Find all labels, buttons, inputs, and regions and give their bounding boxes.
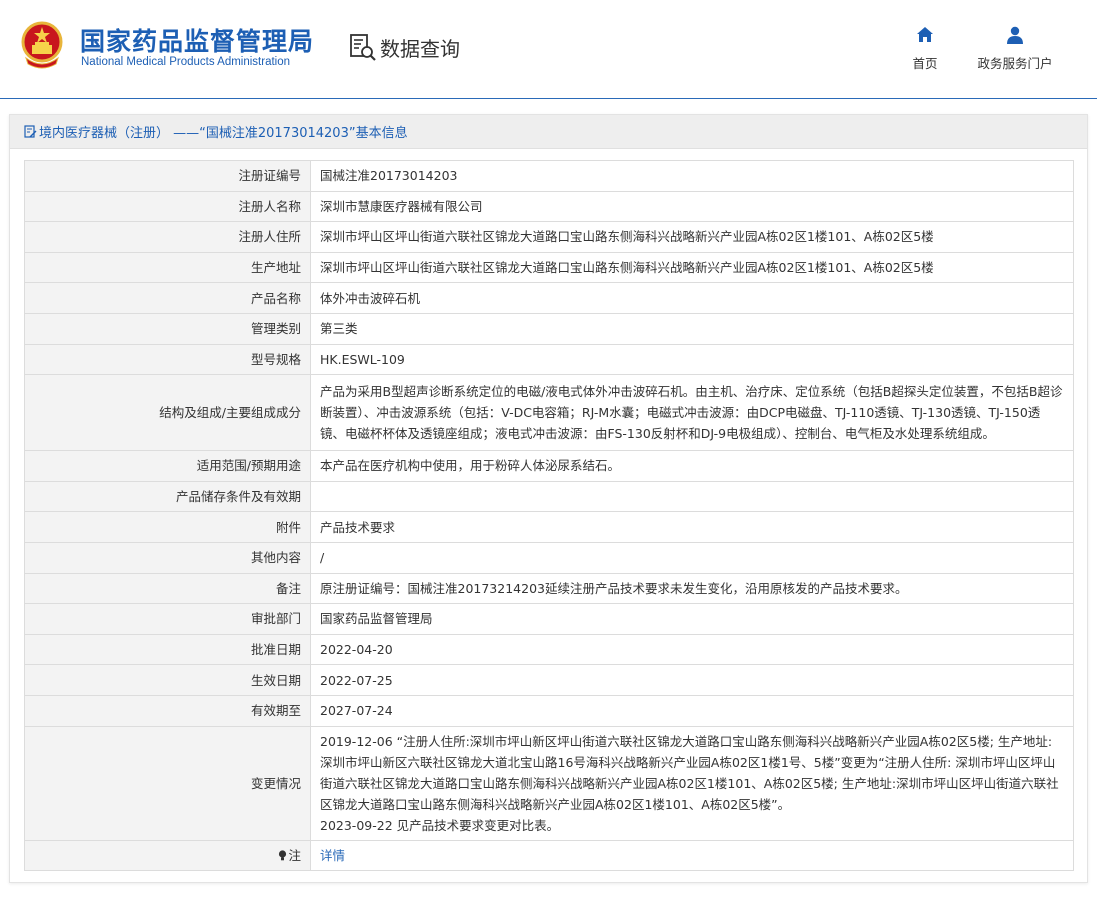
user-icon xyxy=(1007,26,1023,44)
row-label: 批准日期 xyxy=(24,633,311,666)
home-icon xyxy=(917,27,933,42)
table-row: 备注 原注册证编号：国械注准20173214203延续注册产品技术要求未发生变化，… xyxy=(24,572,1074,605)
table-row: 产品储存条件及有效期 xyxy=(24,480,1074,513)
note-label-cell: 注 xyxy=(24,839,311,872)
info-panel: 境内医疗器械（注册） ——“国械注准20173014203”基本信息 注册证编号… xyxy=(9,114,1088,883)
national-emblem-icon xyxy=(21,21,63,69)
edit-document-icon xyxy=(24,125,37,138)
row-label: 管理类别 xyxy=(24,312,311,345)
note-value: 详情 xyxy=(310,839,1074,872)
row-value: 本产品在医疗机构中使用，用于粉碎人体泌尿系结石。 xyxy=(310,450,1074,482)
table-row: 结构及组成/主要组成成分 产品为采用B型超声诊断系统定位的电磁/液电式体外冲击波碎… xyxy=(24,374,1074,452)
table-row: 注册人住所 深圳市坪山区坪山街道六联社区锦龙大道路口宝山路东侧海科兴战略新兴产业园… xyxy=(24,221,1074,253)
nav-gov-label: 政务服务门户 xyxy=(977,56,1053,71)
row-value: HK.ESWL-109 xyxy=(310,343,1074,376)
table-row: 生产地址 深圳市坪山区坪山街道六联社区锦龙大道路口宝山路东侧海科兴战略新兴产业园A… xyxy=(24,251,1074,284)
row-value: 2022-07-25 xyxy=(310,664,1074,696)
nav-home-label: 首页 xyxy=(912,56,938,71)
row-value: 2022-04-20 xyxy=(310,633,1074,666)
row-value: 2027-07-24 xyxy=(310,694,1074,727)
row-value: 产品技术要求 xyxy=(310,511,1074,543)
row-value: 产品为采用B型超声诊断系统定位的电磁/液电式体外冲击波碎石机。由主机、治疗床、定… xyxy=(310,374,1074,452)
row-label: 结构及组成/主要组成成分 xyxy=(24,374,311,452)
row-value: 深圳市慧康医疗器械有限公司 xyxy=(310,190,1074,223)
row-label: 注册证编号 xyxy=(24,160,311,192)
row-label: 备注 xyxy=(24,572,311,605)
row-label: 产品名称 xyxy=(24,282,311,314)
details-link[interactable]: 详情 xyxy=(320,848,345,863)
row-label: 审批部门 xyxy=(24,603,311,635)
table-row: 生效日期 2022-07-25 xyxy=(24,664,1074,696)
row-label: 附件 xyxy=(24,511,311,543)
row-label: 生效日期 xyxy=(24,664,311,696)
site-subtitle[interactable]: National Medical Products Administration xyxy=(81,56,290,68)
row-value: 国家药品监督管理局 xyxy=(310,603,1074,635)
document-search-icon xyxy=(350,34,376,61)
table-row: 产品名称 体外冲击波碎石机 xyxy=(24,282,1074,314)
row-value: 深圳市坪山区坪山街道六联社区锦龙大道路口宝山路东侧海科兴战略新兴产业园A栋02区… xyxy=(310,221,1074,253)
row-label: 其他内容 xyxy=(24,541,311,574)
row-label: 适用范围/预期用途 xyxy=(24,450,311,482)
row-value: 国械注准20173014203 xyxy=(310,160,1074,192)
table-row: 适用范围/预期用途 本产品在医疗机构中使用，用于粉碎人体泌尿系结石。 xyxy=(24,450,1074,482)
row-label: 注册人住所 xyxy=(24,221,311,253)
panel-title: 境内医疗器械（注册） ——“国械注准20173014203”基本信息 xyxy=(39,126,408,141)
data-query-link[interactable]: 数据查询 xyxy=(348,32,460,62)
change-label: 变更情况 xyxy=(24,725,311,841)
table-row: 注册证编号 国械注准20173014203 xyxy=(24,160,1074,192)
row-label: 注册人名称 xyxy=(24,190,311,223)
note-label: 注 xyxy=(288,847,301,863)
nav-home[interactable]: 首页 xyxy=(905,25,945,72)
row-value: 第三类 xyxy=(310,312,1074,345)
data-query-label: 数据查询 xyxy=(380,36,460,61)
table-row-change: 变更情况 2019-12-06 “注册人住所:深圳市坪山新区坪山街道六联社区锦龙大… xyxy=(24,725,1074,841)
change-line-2: 2023-09-22 见产品技术要求变更对比表。 xyxy=(320,817,560,833)
table-row: 型号规格 HK.ESWL-109 xyxy=(24,343,1074,376)
table-row: 管理类别 第三类 xyxy=(24,312,1074,345)
table-row: 附件 产品技术要求 xyxy=(24,511,1074,543)
site-title[interactable]: 国家药品监督管理局 xyxy=(80,22,314,58)
row-value: / xyxy=(310,541,1074,574)
panel-header: 境内医疗器械（注册） ——“国械注准20173014203”基本信息 xyxy=(10,115,1087,149)
row-value: 体外冲击波碎石机 xyxy=(310,282,1074,314)
row-label: 生产地址 xyxy=(24,251,311,284)
change-value: 2019-12-06 “注册人住所:深圳市坪山新区坪山街道六联社区锦龙大道路口宝… xyxy=(310,725,1074,841)
lightbulb-icon xyxy=(279,850,287,861)
table-row-note: 注 详情 xyxy=(24,839,1074,872)
table-row: 注册人名称 深圳市慧康医疗器械有限公司 xyxy=(24,190,1074,223)
table-row: 有效期至 2027-07-24 xyxy=(24,694,1074,727)
row-value xyxy=(310,480,1074,513)
table-row: 批准日期 2022-04-20 xyxy=(24,633,1074,666)
table-row: 其他内容 / xyxy=(24,541,1074,574)
row-value: 深圳市坪山区坪山街道六联社区锦龙大道路口宝山路东侧海科兴战略新兴产业园A栋02区… xyxy=(310,251,1074,284)
row-label: 型号规格 xyxy=(24,343,311,376)
row-value: 原注册证编号：国械注准20173214203延续注册产品技术要求未发生变化，沿用… xyxy=(310,572,1074,605)
site-header: 国家药品监督管理局 National Medical Products Admi… xyxy=(0,0,1097,99)
info-table: 注册证编号 国械注准20173014203 注册人名称 深圳市慧康医疗器械有限公司 注册… xyxy=(24,160,1074,872)
table-row: 审批部门 国家药品监督管理局 xyxy=(24,603,1074,635)
row-label: 产品储存条件及有效期 xyxy=(24,480,311,513)
row-label: 有效期至 xyxy=(24,694,311,727)
change-line-1: 2019-12-06 “注册人住所:深圳市坪山新区坪山街道六联社区锦龙大道路口宝… xyxy=(320,733,1059,812)
nav-gov-service[interactable]: 政务服务门户 xyxy=(970,25,1060,72)
